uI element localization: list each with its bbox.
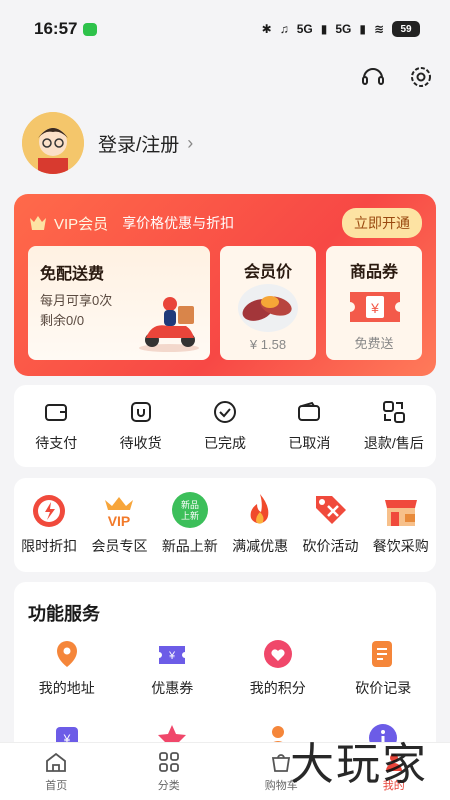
svg-text:¥: ¥	[168, 650, 176, 662]
member-price-value: ¥ 1.58	[249, 337, 287, 352]
signal-icon-2: ▮	[359, 22, 366, 36]
free-delivery-remaining: 剩余0/0	[40, 313, 85, 328]
tab-category[interactable]: 分类	[113, 743, 226, 800]
tab-label: 分类	[157, 780, 180, 792]
order-label: 待支付	[35, 435, 78, 451]
vip-description: 享价格优惠与折扣	[122, 215, 235, 231]
status-bar: 16:57 ✱ ♫ 5G ▮ 5G ▮ ≋ 59	[0, 0, 450, 58]
member-price-card[interactable]: 会员价 ¥ 1.58	[220, 246, 316, 360]
wifi-icon: ≋	[373, 22, 384, 36]
order-pending-payment[interactable]: 待支付	[14, 385, 98, 467]
service-label: 优惠券	[151, 680, 194, 696]
headset-icon[interactable]	[360, 64, 386, 90]
order-refund[interactable]: 退款/售后	[352, 385, 436, 467]
promo-discount-deals[interactable]: 满减优惠	[225, 478, 295, 572]
delivery-scooter-icon	[139, 297, 199, 352]
coupon-title: 商品券	[349, 264, 398, 281]
promo-vip-zone[interactable]: VIP 会员专区	[84, 478, 154, 572]
service-label: 我的地址	[38, 680, 95, 696]
order-label: 退款/售后	[363, 435, 424, 451]
promo-catering-purchase[interactable]: 餐饮采购	[366, 478, 436, 572]
vip-crown-icon: VIP	[105, 497, 134, 529]
free-delivery-title: 免配送费	[40, 266, 105, 283]
coupon-card[interactable]: 商品券 ¥ 免费送	[326, 246, 422, 360]
free-delivery-monthly: 每月可享0次	[40, 293, 113, 308]
coupon-icon: ¥	[159, 646, 186, 664]
network-5g-1: 5G	[296, 22, 313, 36]
promo-label: 新品上新	[161, 538, 218, 554]
promo-flash-discount[interactable]: 限时折扣	[14, 478, 84, 572]
flash-discount-icon	[33, 495, 66, 527]
battery-icon: 59	[392, 21, 420, 37]
gear-icon[interactable]	[408, 64, 434, 90]
home-icon	[46, 752, 67, 772]
order-cancelled[interactable]: 已取消	[267, 385, 351, 467]
profile-section[interactable]: 登录/注册 ›	[22, 112, 193, 174]
promo-new-arrivals[interactable]: 新品 上新 新品上新	[155, 478, 225, 572]
check-circle-icon	[214, 401, 237, 423]
bargain-record-icon	[372, 641, 393, 667]
sweet-potato-image	[238, 284, 298, 332]
promo-bar: 限时折扣 VIP 会员专区 新品 上新 新品上新 满减优惠 砍价活动 餐饮采购	[14, 478, 436, 572]
login-label: 登录/注册	[98, 134, 180, 156]
service-my-points[interactable]: 我的积分	[225, 634, 331, 698]
promo-bargain[interactable]: 砍价活动	[295, 478, 365, 572]
vip-logo: VIP会员	[28, 213, 108, 234]
signal-icon: ▮	[320, 22, 328, 36]
svg-text:VIP: VIP	[108, 513, 131, 529]
promo-label: 满减优惠	[232, 538, 289, 554]
message-app-icon	[83, 22, 98, 36]
fire-icon	[250, 494, 269, 524]
new-badge-icon: 新品上新	[171, 492, 208, 528]
tab-label: 首页	[45, 780, 68, 792]
promo-label: 限时折扣	[21, 538, 78, 554]
service-bargain-record[interactable]: 砍价记录	[331, 634, 437, 698]
services-title: 功能服务	[28, 604, 100, 624]
refund-icon	[382, 401, 405, 423]
promo-label: 砍价活动	[302, 538, 359, 554]
order-completed[interactable]: 已完成	[183, 385, 267, 467]
category-icon	[158, 752, 179, 772]
service-my-address[interactable]: 我的地址	[14, 634, 120, 698]
vip-card: VIP会员 享价格优惠与折扣 立即开通 免配送费 每月可享0次 剩余0/0 会员…	[14, 194, 436, 376]
vip-logo-text: VIP会员	[54, 215, 109, 233]
location-icon	[56, 641, 77, 667]
wallet-icon	[45, 404, 68, 421]
order-pending-receipt[interactable]: 待收货	[98, 385, 182, 467]
top-actions	[360, 64, 434, 90]
coupon-ticket-icon: ¥	[350, 292, 400, 322]
chevron-right-icon: ›	[187, 132, 194, 153]
svg-text:新品: 新品	[181, 499, 199, 511]
promo-label: 会员专区	[91, 538, 148, 554]
watermark-text: 大玩家	[290, 739, 428, 790]
order-label: 待收货	[119, 435, 162, 451]
order-status-bar: 待支付 待收货 已完成 已取消 退款/售后	[14, 385, 436, 467]
service-coupons[interactable]: ¥ 优惠券	[120, 634, 226, 698]
coupon-note: 免费送	[354, 336, 394, 351]
status-time: 16:57	[34, 19, 78, 38]
heart-points-icon	[263, 640, 292, 668]
avatar[interactable]	[22, 112, 84, 174]
free-delivery-card[interactable]: 免配送费 每月可享0次 剩余0/0	[28, 246, 210, 360]
bargain-tag-icon	[316, 496, 347, 524]
svg-text:上新: 上新	[181, 510, 199, 522]
order-label: 已取消	[288, 435, 331, 451]
package-icon	[130, 402, 151, 422]
login-link[interactable]: 登录/注册 ›	[98, 130, 193, 157]
vip-crown-small-icon	[30, 216, 46, 230]
svg-text:¥: ¥	[370, 300, 379, 316]
network-5g-2: 5G	[335, 22, 352, 36]
order-label: 已完成	[204, 435, 247, 451]
vip-open-button[interactable]: 立即开通	[342, 208, 422, 238]
service-label: 我的积分	[249, 680, 306, 696]
services-row: 我的地址 ¥ 优惠券 我的积分 砍价记录	[14, 634, 436, 698]
earbuds-icon: ♫	[279, 22, 289, 36]
service-label: 砍价记录	[355, 680, 412, 696]
bluetooth-icon: ✱	[261, 22, 272, 36]
promo-label: 餐饮采购	[372, 538, 429, 554]
wallet-cancel-icon	[298, 401, 321, 421]
shop-icon	[384, 500, 417, 526]
member-price-title: 会员价	[243, 264, 292, 281]
tab-home[interactable]: 首页	[0, 743, 113, 800]
